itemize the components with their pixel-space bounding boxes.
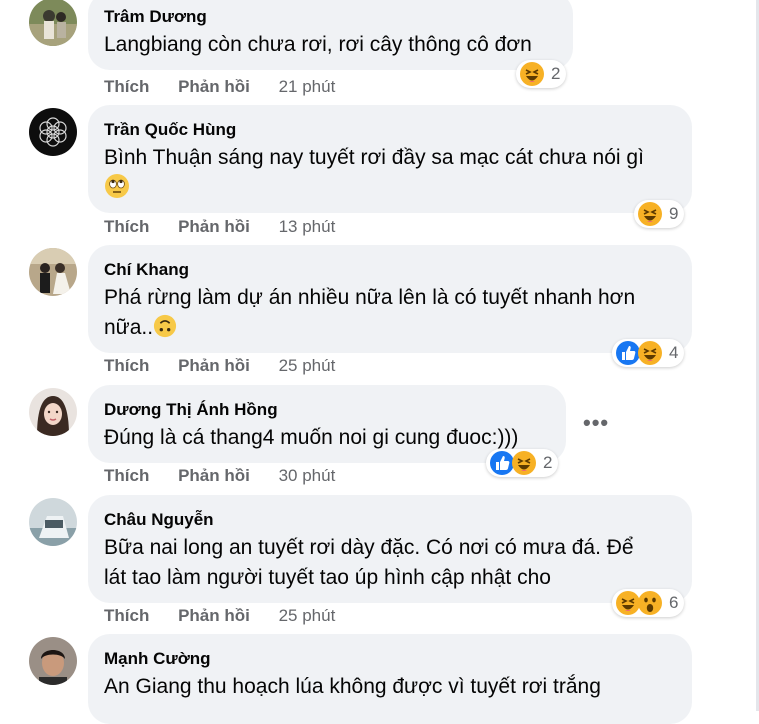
avatar[interactable] xyxy=(29,248,77,296)
comment-text: Phá rừng làm dự án nhiều nữa lên là có t… xyxy=(104,283,676,347)
comment-time[interactable]: 21 phút xyxy=(279,77,336,96)
comment-bubble: Châu Nguyễn Bữa nai long an tuyết rơi dà… xyxy=(88,495,692,603)
comment-text: An Giang thu hoạch lúa không được vì tuy… xyxy=(104,675,601,698)
comment-text-body: Bình Thuận sáng nay tuyết rơi đầy sa mạc… xyxy=(104,146,644,169)
comment-author[interactable]: Mạnh Cường xyxy=(104,648,676,670)
reaction-summary[interactable]: 4 xyxy=(612,339,685,367)
reply-link[interactable]: Phản hồi xyxy=(178,466,250,485)
avatar[interactable] xyxy=(29,388,77,436)
reaction-count: 6 xyxy=(669,593,679,612)
haha-icon xyxy=(511,450,537,476)
comment-bubble: Trần Quốc Hùng Bình Thuận sáng nay tuyết… xyxy=(88,105,692,213)
comment-text: Bữa nai long an tuyết rơi dày đặc. Có nơ… xyxy=(104,536,634,589)
rolling-eyes-emoji-icon xyxy=(104,173,130,208)
comment-author[interactable]: Trâm Dương xyxy=(104,6,557,28)
comment-actions: Thích Phản hồi 30 phút xyxy=(104,466,359,486)
avatar[interactable] xyxy=(29,498,77,546)
upside-down-emoji-icon xyxy=(153,314,177,347)
reply-link[interactable]: Phản hồi xyxy=(178,77,250,96)
avatar[interactable] xyxy=(29,0,77,46)
comment-time[interactable]: 13 phút xyxy=(279,217,336,236)
comment-actions: Thích Phản hồi 13 phút xyxy=(104,217,359,237)
comment-author[interactable]: Trần Quốc Hùng xyxy=(104,119,676,141)
reaction-count: 4 xyxy=(669,343,679,362)
comment-text: Bình Thuận sáng nay tuyết rơi đầy sa mạc… xyxy=(104,143,676,208)
comment-text: Langbiang còn chưa rơi, rơi cây thông cô… xyxy=(104,33,532,56)
reaction-count: 2 xyxy=(551,64,561,83)
comment-time[interactable]: 25 phút xyxy=(279,356,336,375)
reply-link[interactable]: Phản hồi xyxy=(178,356,250,375)
comment-actions: Thích Phản hồi 25 phút xyxy=(104,606,359,626)
reaction-count: 9 xyxy=(669,204,679,223)
comment-text-body: Phá rừng làm dự án nhiều nữa lên là có t… xyxy=(104,286,636,339)
haha-icon xyxy=(637,340,663,366)
haha-icon xyxy=(637,201,663,227)
comment-author[interactable]: Dương Thị Ánh Hồng xyxy=(104,399,550,421)
comment-text: Đúng là cá thang4 muốn noi gi cung đuoc:… xyxy=(104,426,519,449)
comment-time[interactable]: 25 phút xyxy=(279,606,336,625)
comment-author[interactable]: Châu Nguyễn xyxy=(104,509,676,531)
comment-actions: Thích Phản hồi 21 phút xyxy=(104,77,359,97)
reaction-summary[interactable]: 2 xyxy=(486,449,559,477)
reaction-summary[interactable]: 2 xyxy=(516,60,567,88)
reaction-count: 2 xyxy=(543,453,553,472)
reply-link[interactable]: Phản hồi xyxy=(178,606,250,625)
more-options-button[interactable]: ••• xyxy=(583,410,609,436)
avatar[interactable] xyxy=(29,637,77,685)
like-link[interactable]: Thích xyxy=(104,356,149,375)
like-link[interactable]: Thích xyxy=(104,217,149,236)
avatar[interactable] xyxy=(29,108,77,156)
reaction-summary[interactable]: 6 xyxy=(612,589,685,617)
comment-bubble: Trâm Dương Langbiang còn chưa rơi, rơi c… xyxy=(88,0,573,70)
comment-actions: Thích Phản hồi 25 phút xyxy=(104,356,359,376)
reaction-summary[interactable]: 9 xyxy=(634,200,685,228)
wow-icon xyxy=(637,590,663,616)
like-link[interactable]: Thích xyxy=(104,77,149,96)
reply-link[interactable]: Phản hồi xyxy=(178,217,250,236)
like-link[interactable]: Thích xyxy=(104,466,149,485)
haha-icon xyxy=(519,61,545,87)
comment-bubble: Chí Khang Phá rừng làm dự án nhiều nữa l… xyxy=(88,245,692,353)
comment-author[interactable]: Chí Khang xyxy=(104,259,676,281)
comment-time[interactable]: 30 phút xyxy=(279,466,336,485)
like-link[interactable]: Thích xyxy=(104,606,149,625)
